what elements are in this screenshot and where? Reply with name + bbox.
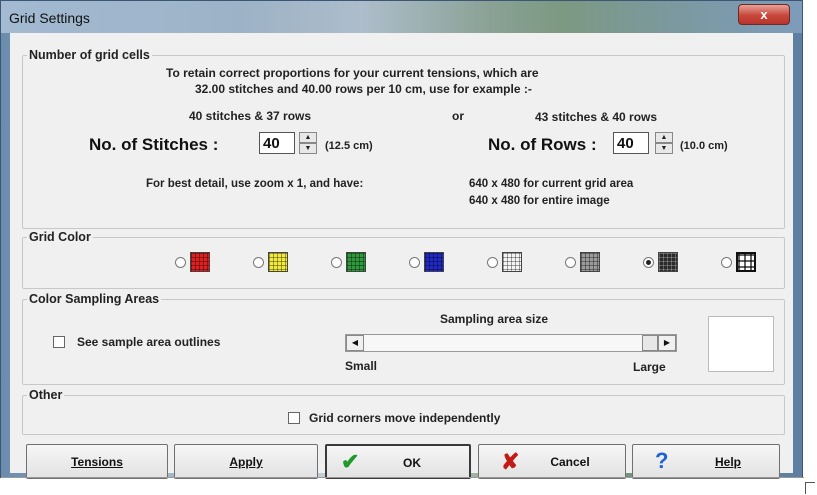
ok-label: OK (403, 456, 421, 470)
grid-color-radio-8[interactable] (721, 257, 732, 268)
other-legend: Other (27, 388, 65, 402)
example-right: 43 stitches & 40 rows (535, 110, 658, 124)
yellow-grid-icon[interactable] (268, 252, 288, 272)
example-left: 40 stitches & 37 rows (189, 109, 312, 123)
other-group: Other Grid corners move independently (22, 388, 785, 435)
title-bar[interactable]: Grid Settings x (1, 1, 802, 33)
corners-independent-checkbox[interactable] (288, 412, 300, 424)
sample-outlines-label[interactable]: See sample area outlines (77, 335, 220, 349)
dialog-body: Number of grid cells To retain correct p… (10, 33, 793, 479)
sampling-size-slider[interactable]: ◀ ▶ (345, 334, 677, 352)
tension-info-line2: 32.00 stitches and 40.00 rows per 10 cm,… (195, 82, 532, 96)
window-bottom-edge (1, 477, 804, 478)
apply-label: Apply (229, 455, 263, 469)
cancel-button[interactable]: ✘ Cancel (478, 444, 626, 479)
grid-color-radio-4[interactable] (409, 257, 420, 268)
blue-grid-icon[interactable] (424, 252, 444, 272)
rows-down-arrow-icon[interactable]: ▼ (655, 143, 673, 154)
grid-color-group: Grid Color (22, 230, 785, 289)
close-button[interactable]: x (738, 4, 790, 25)
gray-grid-icon[interactable] (580, 252, 600, 272)
tensions-label: Tensions (71, 455, 123, 469)
slider-left-arrow-icon[interactable]: ◀ (346, 335, 364, 351)
sampling-legend: Color Sampling Areas (27, 292, 162, 306)
corners-independent-label[interactable]: Grid corners move independently (309, 411, 500, 425)
black-grid-icon[interactable] (658, 252, 678, 272)
grid-color-radio-7[interactable] (643, 257, 654, 268)
grid-color-radio-2[interactable] (253, 257, 264, 268)
stitches-up-arrow-icon[interactable]: ▲ (299, 132, 317, 143)
stitches-down-arrow-icon[interactable]: ▼ (299, 143, 317, 154)
detail-entire: 640 x 480 for entire image (469, 195, 610, 207)
stitches-spinner[interactable]: 40 ▲ ▼ (259, 132, 319, 156)
stitches-label: No. of Stitches : (89, 135, 219, 154)
slider-thumb[interactable] (642, 335, 658, 351)
tensions-button[interactable]: Tensions (26, 444, 168, 479)
grid-color-radio-1[interactable] (175, 257, 186, 268)
grid-cells-group: Number of grid cells To retain correct p… (22, 48, 785, 229)
rows-label: No. of Rows : (488, 135, 597, 154)
help-button[interactable]: ? Help (632, 444, 780, 479)
sample-preview-box (708, 316, 774, 372)
grid-color-radio-5[interactable] (487, 257, 498, 268)
help-label: Help (714, 455, 741, 469)
slider-small-label: Small (345, 359, 378, 373)
sample-outlines-checkbox[interactable] (53, 336, 65, 348)
grid-settings-window: Grid Settings x Number of grid cells To … (0, 0, 804, 479)
grid-cells-legend: Number of grid cells (27, 48, 152, 62)
detail-current: 640 x 480 for current grid area (469, 178, 634, 190)
grid-color-radio-6[interactable] (565, 257, 576, 268)
sampling-group: Color Sampling Areas See sample area out… (22, 292, 785, 385)
rows-spinner[interactable]: 40 ▲ ▼ (613, 132, 673, 156)
stitches-cm: (12.5 cm) (325, 140, 373, 152)
green-grid-icon[interactable] (346, 252, 366, 272)
cancel-label: Cancel (550, 455, 590, 469)
sampling-size-label: Sampling area size (440, 312, 549, 326)
example-or: or (452, 109, 464, 123)
stitches-input[interactable]: 40 (259, 132, 295, 154)
detail-prefix: For best detail, use zoom x 1, and have: (146, 178, 364, 190)
tension-info-line1: To retain correct proportions for your c… (166, 66, 539, 80)
slider-large-label: Large (633, 360, 666, 374)
ok-button[interactable]: ✔ OK (325, 444, 471, 479)
resize-grip-icon[interactable] (805, 482, 815, 494)
grid-color-radio-3[interactable] (331, 257, 342, 268)
slider-right-arrow-icon[interactable]: ▶ (658, 335, 676, 351)
grid-color-legend: Grid Color (27, 230, 93, 244)
apply-button[interactable]: Apply (174, 444, 318, 479)
black-white-grid-icon[interactable] (736, 252, 756, 272)
white-grid-icon[interactable] (502, 252, 522, 272)
rows-up-arrow-icon[interactable]: ▲ (655, 132, 673, 143)
red-grid-icon[interactable] (190, 252, 210, 272)
rows-cm: (10.0 cm) (680, 140, 728, 152)
rows-input[interactable]: 40 (613, 132, 649, 154)
window-title: Grid Settings (9, 10, 90, 26)
